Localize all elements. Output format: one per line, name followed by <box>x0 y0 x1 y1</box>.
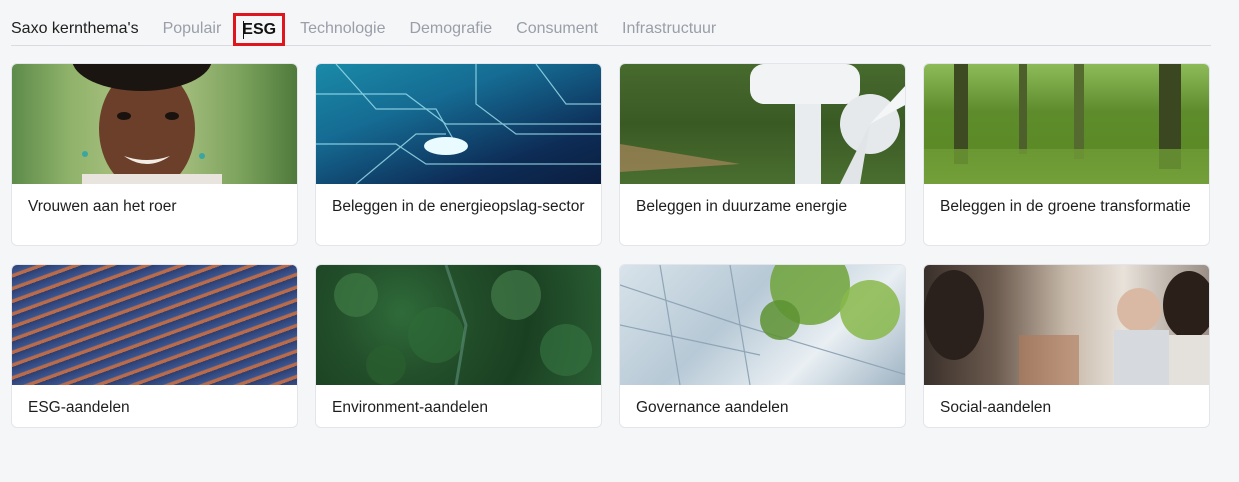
themes-page: Saxo kernthema's Populair ESG Technologi… <box>0 0 1239 482</box>
card-title: Social-aandelen <box>940 399 1052 416</box>
theme-card-groene-transformatie[interactable]: Beleggen in de groene transformatie <box>923 63 1210 246</box>
card-title: Vrouwen aan het roer <box>28 198 177 215</box>
tab-infrastructuur[interactable]: Infrastructuur <box>622 15 716 43</box>
card-title: Beleggen in de groene transformatie <box>940 198 1191 215</box>
tab-populair[interactable]: Populair <box>163 15 222 43</box>
tab-consument[interactable]: Consument <box>516 15 598 43</box>
tab-demografie[interactable]: Demografie <box>409 15 492 43</box>
theme-card-energieopslag[interactable]: Beleggen in de energieopslag-sector <box>315 63 602 246</box>
card-title: ESG-aandelen <box>28 399 130 416</box>
tab-bar-title: Saxo kernthema's <box>11 20 139 37</box>
theme-tab-bar: Saxo kernthema's Populair ESG Technologi… <box>11 13 1211 46</box>
portrait-woman-image <box>12 64 297 184</box>
card-title: Governance aandelen <box>636 399 789 416</box>
theme-card-duurzame-energie[interactable]: Beleggen in duurzame energie <box>619 63 906 246</box>
card-title: Environment-aandelen <box>332 399 488 416</box>
tab-technologie[interactable]: Technologie <box>300 15 385 43</box>
solar-farm-image <box>12 265 297 385</box>
theme-card-environment-aandelen[interactable]: Environment-aandelen <box>315 264 602 428</box>
glass-building-tree-image <box>620 265 905 385</box>
forest-canopy-image <box>316 265 601 385</box>
office-meeting-image <box>924 265 1209 385</box>
theme-card-esg-aandelen[interactable]: ESG-aandelen <box>11 264 298 428</box>
tab-esg[interactable]: ESG <box>233 13 286 46</box>
forest-image <box>924 64 1209 184</box>
theme-card-social-aandelen[interactable]: Social-aandelen <box>923 264 1210 428</box>
circuit-board-image <box>316 64 601 184</box>
theme-card-governance-aandelen[interactable]: Governance aandelen <box>619 264 906 428</box>
theme-card-vrouwen-aan-het-roer[interactable]: Vrouwen aan het roer <box>11 63 298 246</box>
card-title: Beleggen in duurzame energie <box>636 198 848 215</box>
wind-turbine-image <box>620 64 905 184</box>
card-title: Beleggen in de energieopslag-sector <box>332 198 585 215</box>
